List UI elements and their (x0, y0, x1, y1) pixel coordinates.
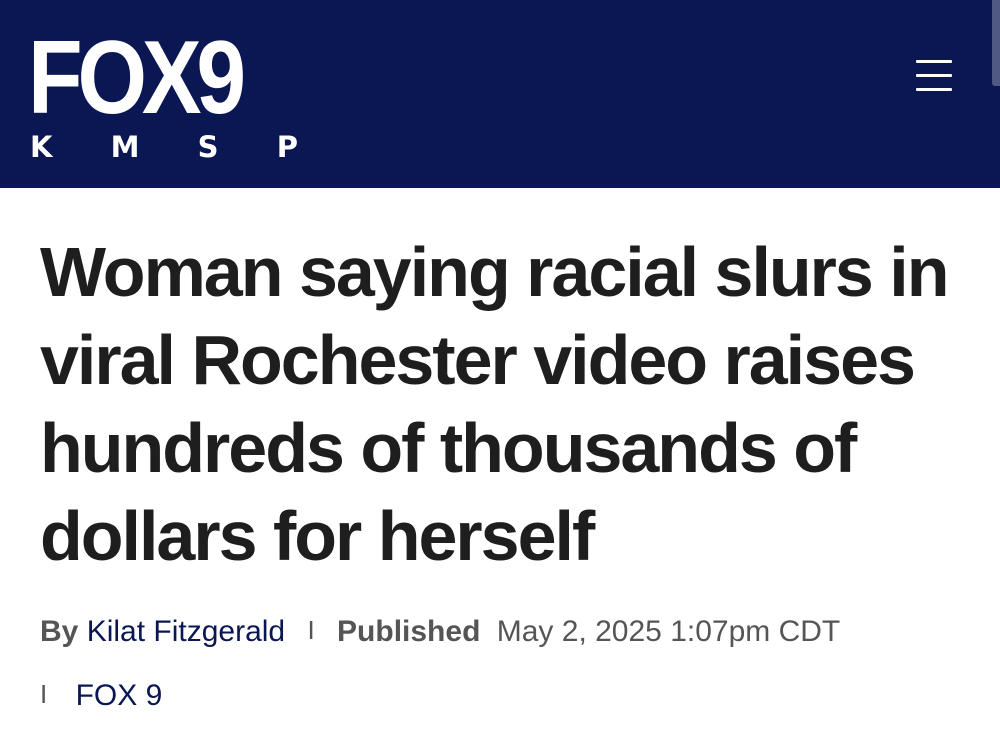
byline-row: By Kilat Fitzgerald I Published May 2, 2… (40, 610, 980, 654)
published-date: May 2, 2025 1:07pm CDT (496, 615, 841, 648)
logo-callsign-letter: P (276, 130, 298, 164)
logo-callsign-letter: K (30, 130, 53, 164)
hamburger-menu-icon[interactable] (908, 54, 960, 98)
menu-bar (916, 74, 952, 77)
logo-callsign-letter: M (110, 130, 140, 164)
author-link[interactable]: Kilat Fitzgerald (87, 615, 285, 648)
fox9-kmsp-logo[interactable]: FOX9 K M S P (28, 20, 308, 170)
article-headline: Woman saying racial slurs in viral Roche… (40, 233, 950, 575)
logo-callsign: K M S P (28, 130, 304, 164)
published-label: Published (337, 615, 481, 648)
site-header: FOX9 K M S P (0, 0, 1000, 188)
byline-separator: I (307, 615, 315, 645)
by-label: By (40, 615, 79, 648)
menu-bar (916, 88, 952, 91)
page: FOX9 K M S P Woman saying racial slurs i… (0, 0, 1000, 747)
source-row: I FOX 9 (40, 674, 162, 718)
source-separator: I (40, 679, 48, 709)
source-link[interactable]: FOX 9 (76, 679, 163, 712)
logo-callsign-letter: S (197, 130, 219, 164)
scrollbar[interactable] (992, 0, 1000, 86)
logo-wordmark: FOX9 (28, 20, 246, 136)
menu-bar (916, 60, 952, 63)
article-byline: By Kilat Fitzgerald I Published May 2, 2… (40, 610, 980, 712)
